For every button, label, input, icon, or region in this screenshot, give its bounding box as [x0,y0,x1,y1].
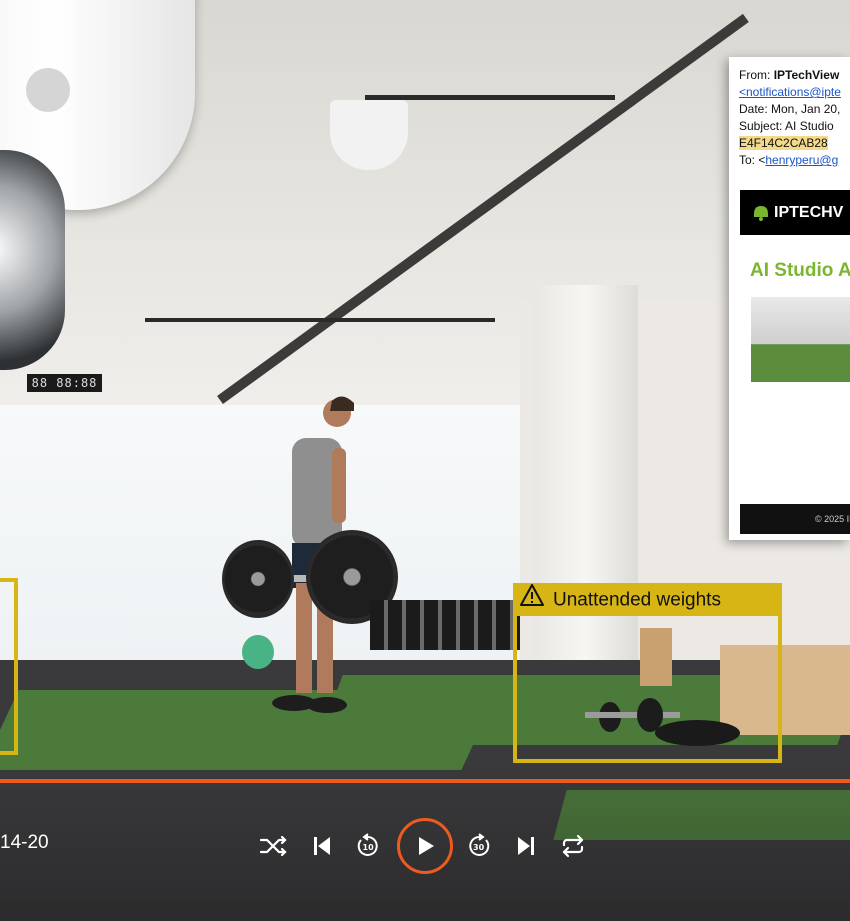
email-footer: © 2025 IPT [740,504,850,534]
forward-30-button[interactable]: 30 [461,828,497,864]
camera-feed: 88 88:88 Unattended weights From: IPTech… [0,0,850,921]
email-brand-banner: IPTECHV [740,190,850,235]
rewind-10-button[interactable]: 10 [350,828,386,864]
security-camera [0,0,195,390]
email-from-address: <notifications@ipte [739,84,850,101]
email-subject: Subject: AI Studio [739,119,834,133]
repeat-icon [562,834,584,858]
email-to: To: <henryperu@g [739,153,839,167]
rewind-10-icon: 10 [357,833,378,856]
next-button[interactable] [508,828,544,864]
detection-label-text: Unattended weights [553,589,721,611]
email-from-link[interactable]: <notifications@ipte [739,85,841,99]
ceiling-pipe [145,318,495,322]
repeat-button[interactable] [555,828,591,864]
warning-icon [519,583,545,618]
forward-30-icon: 30 [469,833,490,856]
shuffle-button[interactable] [256,828,292,864]
skip-previous-icon [314,837,330,855]
previous-button[interactable] [304,828,340,864]
time-display: 14-20 [0,832,49,853]
email-id: E4F14C2CAB28 [739,136,828,150]
email-heading: AI Studio A [750,260,850,281]
progress-bar[interactable] [0,779,850,783]
svg-text:10: 10 [363,843,375,852]
detection-box-partial [0,578,18,755]
skip-next-icon [518,837,534,855]
email-date: Date: Mon, Jan 20, [739,102,841,116]
play-button[interactable] [397,818,453,874]
email-notification[interactable]: From: IPTechView <notifications@ipte Dat… [729,57,850,540]
kettlebell [242,635,274,669]
dumbbell-rack [370,600,520,650]
email-snapshot-thumbnail[interactable] [751,297,850,382]
svg-text:30: 30 [473,843,485,852]
bell-logo-icon [754,205,768,221]
weight-plate [222,540,294,618]
shuffle-icon [259,835,287,857]
email-from: From: IPTechView [739,68,840,82]
play-icon [419,837,434,855]
detection-label: Unattended weights [513,583,782,616]
email-to-link[interactable]: henryperu@g [765,153,838,167]
